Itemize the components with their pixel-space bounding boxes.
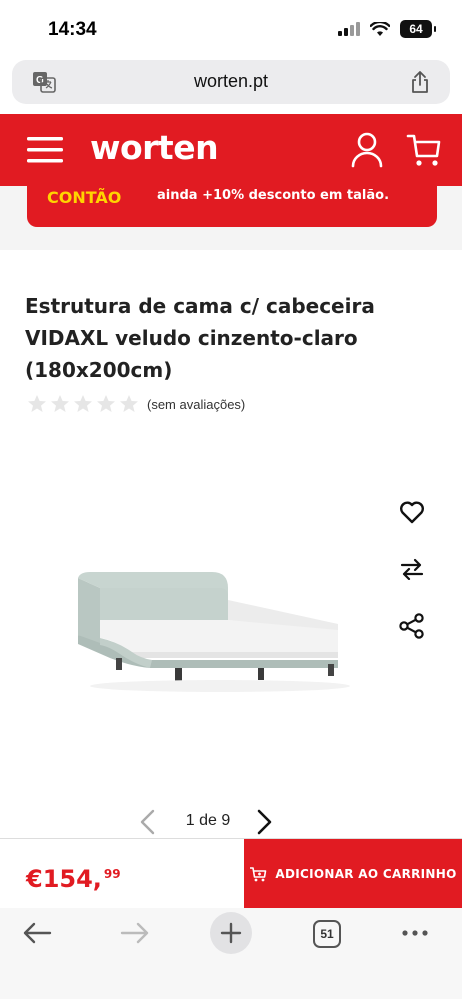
product-rating[interactable]: (sem avaliações) [27,394,245,414]
promo-label: CONTÃO [47,188,122,207]
plus-icon [220,922,242,944]
status-icons: 64 [338,20,436,38]
share-product-button[interactable] [396,610,428,642]
wifi-icon [370,21,390,36]
chevron-left-icon[interactable] [138,809,158,835]
price-cents: 99 [103,867,121,881]
more-icon[interactable] [400,920,430,946]
url-text[interactable]: worten.pt [12,71,450,92]
gallery-pager: 1 de 9 [0,806,462,836]
heart-icon [400,501,424,524]
star-icon [28,395,46,412]
promo-text: ainda +10% desconto em talão. [157,188,390,203]
rating-text: (sem avaliações) [147,396,246,412]
url-bar[interactable]: G worten.pt [12,60,450,104]
buy-bar: €154, 99 ADICIONAR AO CARRINHO [0,838,462,909]
star-icon [97,395,115,412]
status-bar: 14:34 64 [0,0,462,58]
price-main: €154, [26,865,102,893]
add-to-cart-label: ADICIONAR AO CARRINHO [275,867,457,881]
cart-add-icon [250,867,267,882]
promo-banner[interactable]: CONTÃO ainda +10% desconto em talão. [27,180,437,227]
product-image[interactable] [60,540,350,700]
share-icon[interactable] [410,70,430,94]
worten-logo[interactable]: worten [90,128,219,167]
star-icon [51,395,69,412]
share-network-icon [399,613,424,639]
page: 14:34 64 G worten.pt worten CONTÃO ainda… [0,0,462,999]
status-time: 14:34 [48,19,97,40]
compare-icon [400,558,424,580]
battery-indicator: 64 [400,20,436,38]
back-arrow-icon[interactable] [22,920,52,946]
product-title: Estrutura de cama c/ cabeceira VIDAXL ve… [25,294,375,382]
star-icon [74,395,92,412]
menu-icon[interactable] [27,136,63,164]
pager-text: 1 de 9 [185,812,231,829]
product-price: €154, 99 [26,865,121,893]
compare-button[interactable] [396,553,428,585]
user-icon[interactable] [350,132,384,168]
add-to-cart-button[interactable]: ADICIONAR AO CARRINHO [244,839,462,909]
tabs-icon[interactable]: 51 [313,920,341,948]
chevron-right-icon[interactable] [254,809,274,835]
star-icon [120,395,138,412]
cart-icon[interactable] [406,133,442,167]
forward-arrow-icon[interactable] [120,920,150,946]
cellular-signal-icon [338,22,360,36]
browser-toolbar: 51 [0,908,462,999]
wishlist-button[interactable] [396,496,428,528]
new-tab-button[interactable] [210,912,252,954]
